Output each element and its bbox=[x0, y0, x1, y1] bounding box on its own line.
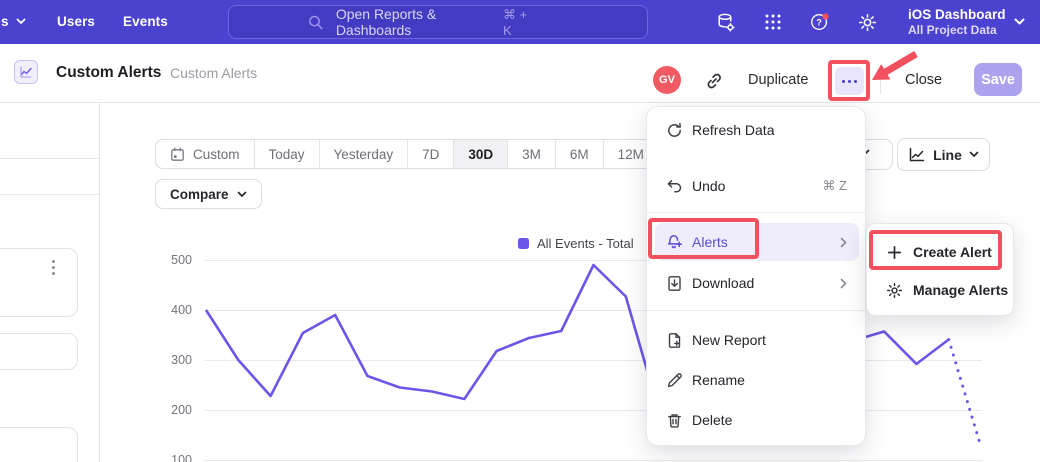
duplicate-button[interactable]: Duplicate bbox=[748, 72, 808, 88]
kebab-menu-icon[interactable] bbox=[52, 260, 55, 275]
submenu-item-label: Create Alert bbox=[913, 244, 992, 260]
svg-text:200: 200 bbox=[171, 403, 192, 417]
search-placeholder: Open Reports & Dashboards bbox=[336, 6, 503, 38]
sidebar-divider bbox=[0, 158, 99, 159]
submenu-item-label: Manage Alerts bbox=[913, 282, 1008, 298]
range-3m[interactable]: 3M bbox=[508, 140, 556, 168]
legend-label: All Events - Total bbox=[537, 236, 634, 251]
download-icon bbox=[665, 274, 683, 292]
menu-item-label: New Report bbox=[692, 332, 766, 348]
nav-item-users[interactable]: Users bbox=[57, 14, 95, 29]
search-shortcut: ⌘ + K bbox=[503, 7, 537, 38]
chevron-down-icon bbox=[237, 191, 247, 198]
menu-item-new-report[interactable]: New Report bbox=[655, 322, 859, 358]
project-scope: All Project Data bbox=[908, 23, 1006, 38]
range-yesterday[interactable]: Yesterday bbox=[320, 140, 409, 168]
more-options-button[interactable] bbox=[835, 67, 864, 95]
range-custom[interactable]: Custom bbox=[156, 140, 255, 168]
legend-swatch bbox=[518, 238, 529, 249]
menu-divider bbox=[647, 212, 867, 213]
menu-item-download[interactable]: Download bbox=[655, 265, 859, 301]
new-report-icon bbox=[665, 331, 683, 349]
save-button[interactable]: Save bbox=[974, 63, 1022, 96]
chart-legend: All Events - Total bbox=[518, 236, 634, 251]
refresh-icon bbox=[665, 121, 683, 139]
global-search[interactable]: Open Reports & Dashboards ⌘ + K bbox=[228, 5, 648, 39]
chart-type-label: Line bbox=[933, 147, 962, 163]
project-name: iOS Dashboard bbox=[908, 6, 1006, 23]
menu-item-refresh-data[interactable]: Refresh Data bbox=[655, 115, 859, 145]
sidebar-card[interactable] bbox=[0, 427, 78, 462]
left-sidebar bbox=[0, 103, 100, 462]
page-title: Custom Alerts bbox=[56, 64, 161, 82]
svg-text:?: ? bbox=[816, 18, 822, 28]
settings-icon[interactable] bbox=[856, 11, 878, 33]
chevron-down-icon bbox=[16, 18, 26, 25]
menu-item-undo[interactable]: Undo ⌘ Z bbox=[655, 168, 859, 204]
svg-text:100: 100 bbox=[171, 453, 192, 462]
avatar[interactable]: GV bbox=[653, 66, 681, 94]
report-options-menu: Refresh Data Data from 1 min ago Undo ⌘ … bbox=[646, 106, 866, 446]
sidebar-card[interactable] bbox=[0, 333, 78, 370]
svg-text:500: 500 bbox=[171, 253, 192, 267]
menu-divider bbox=[647, 310, 867, 311]
svg-text:400: 400 bbox=[171, 303, 192, 317]
alerts-submenu: Create Alert Manage Alerts bbox=[866, 223, 1014, 316]
submenu-chevron-icon bbox=[840, 278, 847, 289]
date-range-control: Custom Today Yesterday 7D 30D 3M 6M 12M bbox=[155, 139, 659, 169]
help-icon[interactable]: ? bbox=[809, 11, 831, 33]
compare-label: Compare bbox=[170, 187, 229, 202]
apps-grid-icon[interactable] bbox=[762, 11, 784, 33]
undo-shortcut: ⌘ Z bbox=[822, 178, 847, 194]
app-screen: s Users Events Open Reports & Dashboards… bbox=[0, 0, 1040, 462]
menu-item-label: Rename bbox=[692, 372, 745, 388]
data-connections-icon[interactable] bbox=[714, 11, 736, 33]
calendar-icon bbox=[170, 147, 185, 162]
nav-item-cutoff[interactable]: s bbox=[1, 14, 26, 29]
range-30d-selected[interactable]: 30D bbox=[454, 140, 508, 168]
alert-bell-plus-icon bbox=[665, 233, 683, 251]
submenu-chevron-icon bbox=[840, 237, 847, 248]
menu-item-delete[interactable]: Delete bbox=[655, 402, 859, 438]
copy-link-icon[interactable] bbox=[703, 70, 725, 92]
nav-item-cutoff-label: s bbox=[1, 14, 9, 29]
line-chart-icon bbox=[908, 147, 926, 163]
menu-item-label: Download bbox=[692, 275, 754, 291]
top-nav: s Users Events Open Reports & Dashboards… bbox=[0, 0, 1040, 44]
delete-trash-icon bbox=[665, 411, 683, 429]
rename-pencil-icon bbox=[665, 371, 683, 389]
compare-button[interactable]: Compare bbox=[155, 179, 262, 209]
undo-icon bbox=[665, 177, 683, 195]
range-label: Custom bbox=[193, 147, 240, 162]
nav-item-events[interactable]: Events bbox=[123, 14, 168, 29]
help-badge bbox=[822, 13, 828, 19]
sidebar-divider bbox=[0, 194, 99, 195]
menu-item-label: Refresh Data bbox=[692, 122, 774, 138]
plus-icon bbox=[885, 243, 903, 261]
gear-icon bbox=[885, 281, 903, 299]
close-button[interactable]: Close bbox=[905, 72, 942, 88]
menu-item-label: Undo bbox=[692, 178, 725, 194]
menu-item-label: Delete bbox=[692, 412, 732, 428]
chevron-down-icon bbox=[969, 151, 979, 158]
header-divider bbox=[880, 67, 881, 94]
sidebar-card[interactable] bbox=[0, 248, 78, 317]
report-icon bbox=[14, 60, 38, 84]
search-icon bbox=[308, 14, 324, 31]
breadcrumb: Custom Alerts bbox=[170, 65, 257, 81]
chart-type-button[interactable]: Line bbox=[897, 138, 990, 171]
menu-item-alerts[interactable]: Alerts bbox=[655, 223, 859, 261]
menu-item-rename[interactable]: Rename bbox=[655, 362, 859, 398]
svg-text:300: 300 bbox=[171, 353, 192, 367]
chevron-down-icon bbox=[1014, 18, 1025, 26]
range-7d[interactable]: 7D bbox=[408, 140, 454, 168]
submenu-item-manage-alerts[interactable]: Manage Alerts bbox=[873, 271, 1009, 309]
submenu-item-create-alert[interactable]: Create Alert bbox=[873, 233, 1009, 271]
range-today[interactable]: Today bbox=[255, 140, 320, 168]
menu-item-label: Alerts bbox=[692, 234, 728, 250]
range-6m[interactable]: 6M bbox=[556, 140, 604, 168]
project-selector[interactable]: iOS Dashboard All Project Data bbox=[908, 3, 1032, 41]
report-header: › Custom Alerts Custom Alerts GV Duplica… bbox=[0, 44, 1040, 103]
